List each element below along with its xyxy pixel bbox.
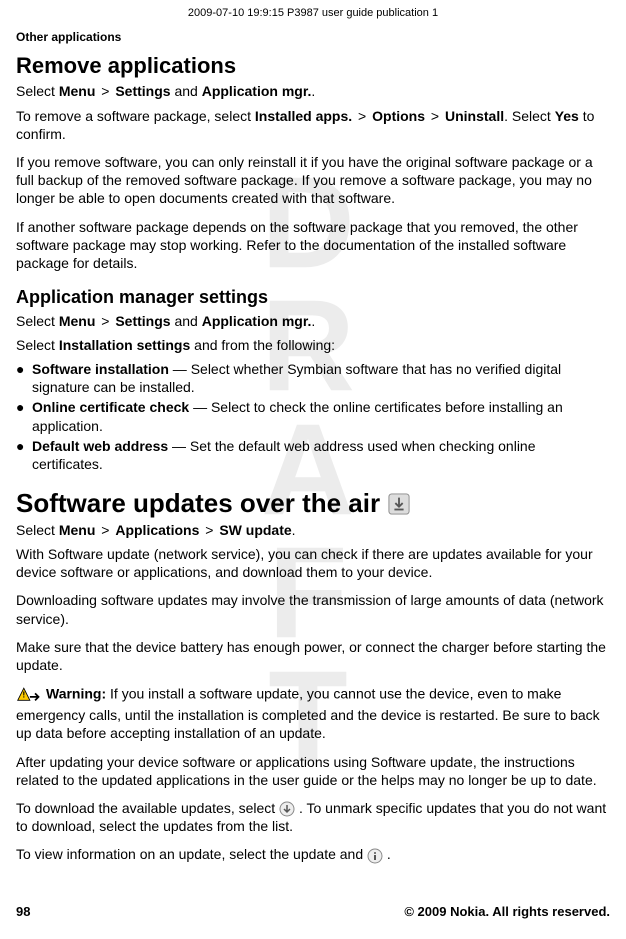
paragraph-remove-note2: If another software package depends on t… <box>16 218 610 273</box>
item-label: Default web address <box>32 438 168 454</box>
nav-prefix: Select <box>16 522 59 538</box>
nav-sw-update: SW update <box>219 522 291 538</box>
nav-menu: Menu <box>59 313 96 329</box>
paragraph-sw-after-update: After updating your device software or a… <box>16 753 610 789</box>
nav-settings: Settings <box>115 313 170 329</box>
paragraph-download-updates: To download the available updates, selec… <box>16 799 610 835</box>
nav-menu: Menu <box>59 83 96 99</box>
text: To download the available updates, selec… <box>16 800 279 816</box>
text: . Select <box>504 108 555 124</box>
list-item: Online certificate check — Select to che… <box>16 398 610 434</box>
nav-sep: > <box>101 312 109 330</box>
list-item: Software installation — Select whether S… <box>16 360 610 396</box>
section-heading-remove: Remove applications <box>16 52 610 81</box>
info-icon <box>367 848 383 864</box>
text: Select <box>16 337 59 353</box>
nav-applications: Applications <box>115 522 199 538</box>
section-heading-sw-update: Software updates over the air <box>16 487 380 521</box>
nav-prefix: Select <box>16 83 59 99</box>
copyright: © 2009 Nokia. All rights reserved. <box>404 904 610 921</box>
nav-path-remove: Select Menu > Settings and Application m… <box>16 82 610 100</box>
warning-icon: ! <box>16 686 42 706</box>
text: To view information on an update, select… <box>16 846 367 862</box>
page-footer: 98 © 2009 Nokia. All rights reserved. <box>16 904 610 921</box>
heading-row-sw-update: Software updates over the air <box>16 487 610 521</box>
nav-sep: > <box>358 107 366 125</box>
nav-installed-apps: Installed apps. <box>255 108 352 124</box>
nav-uninstall: Uninstall <box>445 108 504 124</box>
page-number: 98 <box>16 904 30 921</box>
section-heading-appmgr-settings: Application manager settings <box>16 286 610 309</box>
nav-path-sw-update: Select Menu > Applications > SW update. <box>16 521 610 539</box>
nav-settings: Settings <box>115 83 170 99</box>
nav-and: and <box>174 83 197 99</box>
nav-sep: > <box>101 82 109 100</box>
chapter-label: Other applications <box>16 30 610 46</box>
nav-yes: Yes <box>555 108 579 124</box>
nav-sep: > <box>101 521 109 539</box>
paragraph-sw-data: Downloading software updates may involve… <box>16 591 610 627</box>
text: To remove a software package, select <box>16 108 255 124</box>
sw-update-icon <box>388 493 410 515</box>
list-item: Default web address — Set the default we… <box>16 437 610 473</box>
nav-menu: Menu <box>59 522 96 538</box>
paragraph-sw-battery: Make sure that the device battery has en… <box>16 638 610 674</box>
nav-appmgr: Application mgr. <box>202 83 312 99</box>
nav-install-settings: Installation settings <box>59 337 190 353</box>
nav-options: Options <box>372 108 425 124</box>
settings-list: Software installation — Select whether S… <box>16 360 610 473</box>
nav-sep: > <box>205 521 213 539</box>
item-label: Software installation <box>32 361 169 377</box>
svg-text:!: ! <box>22 690 25 700</box>
document-meta: 2009-07-10 19:9:15 P3987 user guide publ… <box>16 6 610 20</box>
page-content: 2009-07-10 19:9:15 P3987 user guide publ… <box>0 0 626 894</box>
paragraph-view-info: To view information on an update, select… <box>16 845 610 863</box>
warning-block: ! Warning: If you install a software upd… <box>16 684 610 742</box>
download-icon <box>279 801 295 817</box>
nav-path-appmgr: Select Menu > Settings and Application m… <box>16 312 610 330</box>
paragraph-remove-steps: To remove a software package, select Ins… <box>16 107 610 143</box>
paragraph-remove-note1: If you remove software, you can only rei… <box>16 153 610 208</box>
nav-sep: > <box>431 107 439 125</box>
nav-and: and <box>174 313 197 329</box>
text: and from the following: <box>190 337 335 353</box>
warning-label: Warning: <box>46 686 106 702</box>
install-settings-line: Select Installation settings and from th… <box>16 336 610 354</box>
nav-appmgr: Application mgr. <box>202 313 312 329</box>
paragraph-sw-desc: With Software update (network service), … <box>16 545 610 581</box>
text: . <box>383 846 391 862</box>
nav-prefix: Select <box>16 313 59 329</box>
item-label: Online certificate check <box>32 399 189 415</box>
